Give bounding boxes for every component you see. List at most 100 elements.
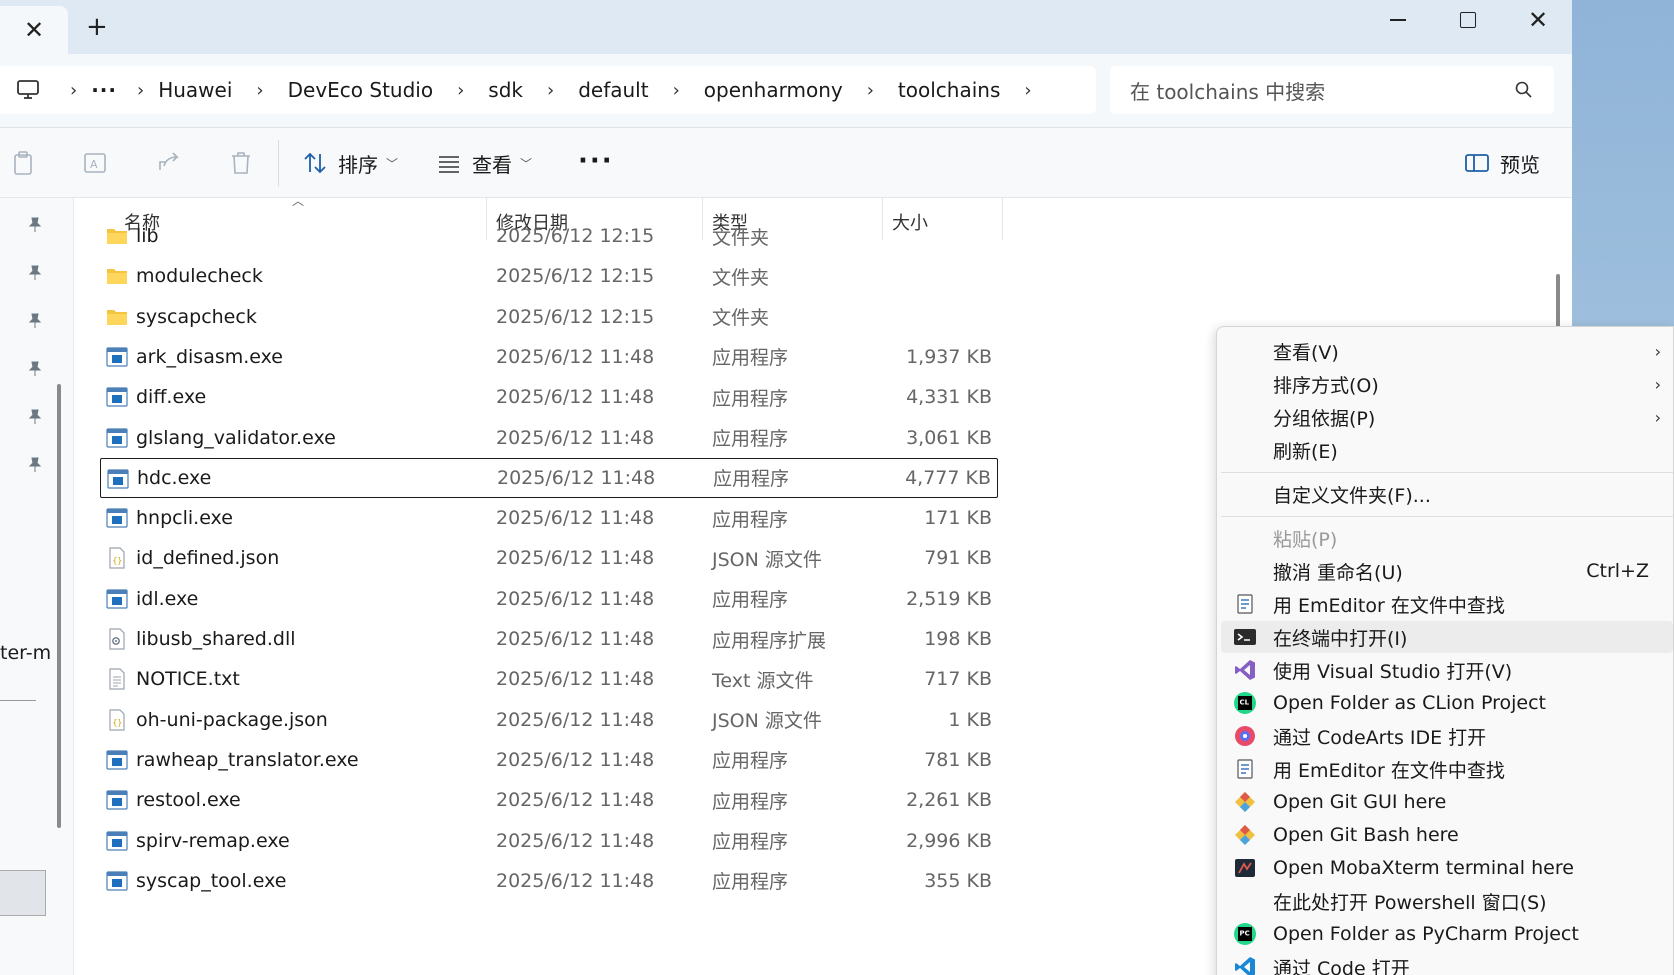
menu-item-open-in-terminal[interactable]: 在终端中打开(I) — [1221, 621, 1673, 653]
file-type: 应用程序 — [712, 871, 789, 894]
menu-item-pycharm[interactable]: PC Open Folder as PyCharm Project — [1221, 918, 1673, 950]
menu-item-open-visual-studio[interactable]: 使用 Visual Studio 打开(V) — [1221, 654, 1673, 686]
breadcrumb-chevron[interactable]: › — [137, 80, 144, 101]
pin-icon[interactable] — [26, 264, 44, 282]
menu-item-mobaxterm[interactable]: Open MobaXterm terminal here — [1221, 852, 1673, 884]
file-size: 1 KB — [948, 708, 992, 731]
new-tab-button[interactable]: + — [86, 14, 108, 40]
menu-item-powershell[interactable]: 在此处打开 Powershell 窗口(S) — [1221, 885, 1673, 917]
nav-divider — [0, 700, 36, 701]
breadcrumb-default[interactable]: default — [578, 78, 648, 102]
paste-icon[interactable] — [10, 150, 36, 176]
pin-icon[interactable] — [26, 312, 44, 330]
menu-item-emeditor-find-2[interactable]: 用 EmEditor 在文件中查找 — [1221, 753, 1673, 785]
visual-studio-icon — [1235, 660, 1255, 680]
breadcrumb-more[interactable]: ··· — [91, 78, 117, 102]
emeditor-icon — [1237, 594, 1253, 614]
file-size: 2,519 KB — [906, 587, 992, 610]
file-date: 2025/6/12 12:15 — [496, 225, 655, 247]
file-row[interactable]: {} id_defined.json 2025/6/12 11:48 JSON … — [100, 538, 998, 578]
breadcrumb-chevron[interactable]: › — [457, 80, 464, 101]
file-type: JSON 源文件 — [712, 710, 822, 733]
breadcrumb-chevron[interactable]: › — [673, 80, 680, 101]
address-bar[interactable]: › ··· › Huawei › DevEco Studio › sdk › d… — [0, 66, 1096, 114]
minimize-button[interactable] — [1368, 2, 1428, 38]
exe-icon — [106, 870, 128, 892]
close-window-button[interactable]: ✕ — [1508, 2, 1568, 38]
menu-item-undo-rename[interactable]: 撤消 重命名(U) Ctrl+Z — [1221, 555, 1673, 587]
breadcrumb-huawei[interactable]: Huawei — [158, 78, 232, 102]
rename-icon[interactable]: A — [82, 150, 108, 176]
delete-icon[interactable] — [228, 150, 254, 176]
pin-icon[interactable] — [26, 408, 44, 426]
menu-item-group-by[interactable]: 分组依据(P) › — [1221, 401, 1673, 433]
file-size: 781 KB — [924, 748, 992, 771]
pin-icon[interactable] — [26, 216, 44, 234]
view-button[interactable]: 查看 ﹀ — [436, 144, 532, 182]
menu-item-clion[interactable]: CL Open Folder as CLion Project — [1221, 687, 1673, 719]
breadcrumb-deveco-studio[interactable]: DevEco Studio — [288, 78, 433, 102]
nav-item-selected[interactable] — [0, 870, 46, 916]
file-row[interactable]: hdc.exe 2025/6/12 11:48 应用程序 4,777 KB — [100, 457, 998, 498]
file-row[interactable]: syscap_tool.exe 2025/6/12 11:48 应用程序 355… — [100, 861, 998, 901]
preview-pane-button[interactable]: 预览 — [1464, 144, 1540, 182]
breadcrumb-chevron[interactable]: › — [70, 80, 77, 101]
file-row[interactable]: hnpcli.exe 2025/6/12 11:48 应用程序 171 KB — [100, 498, 998, 538]
file-size: 717 KB — [924, 668, 992, 691]
file-name: hnpcli.exe — [136, 507, 233, 530]
close-tab-icon[interactable]: ✕ — [24, 18, 44, 42]
file-row[interactable]: glslang_validator.exe 2025/6/12 11:48 应用… — [100, 418, 998, 458]
file-row[interactable]: NOTICE.txt 2025/6/12 11:48 Text 源文件 717 … — [100, 659, 998, 699]
menu-item-codearts[interactable]: 通过 CodeArts IDE 打开 — [1221, 720, 1673, 752]
file-row[interactable]: libusb_shared.dll 2025/6/12 11:48 应用程序扩展… — [100, 619, 998, 659]
file-size: 198 KB — [924, 628, 992, 650]
menu-item-emeditor-find[interactable]: 用 EmEditor 在文件中查找 — [1221, 588, 1673, 620]
breadcrumb-chevron[interactable]: › — [867, 80, 874, 101]
menu-item-view[interactable]: 查看(V) › — [1221, 335, 1673, 367]
column-divider[interactable] — [1002, 198, 1003, 240]
file-row[interactable]: modulecheck 2025/6/12 12:15 文件夹 — [100, 256, 998, 296]
maximize-icon — [1460, 12, 1476, 28]
search-input[interactable]: 在 toolchains 中搜索 — [1110, 66, 1554, 114]
chevron-right-icon: › — [1654, 374, 1661, 394]
menu-item-git-bash[interactable]: Open Git Bash here — [1221, 819, 1673, 851]
file-name: libusb_shared.dll — [136, 628, 296, 650]
file-row[interactable]: idl.exe 2025/6/12 11:48 应用程序 2,519 KB — [100, 579, 998, 619]
explorer-tab[interactable]: ✕ — [0, 6, 68, 54]
breadcrumb-chevron[interactable]: › — [547, 80, 554, 101]
file-row[interactable]: diff.exe 2025/6/12 11:48 应用程序 4,331 KB — [100, 377, 998, 417]
file-row[interactable]: restool.exe 2025/6/12 11:48 应用程序 2,261 K… — [100, 780, 998, 820]
menu-separator — [1221, 472, 1673, 473]
file-row[interactable]: lib 2025/6/12 12:15 文件夹 — [100, 216, 998, 256]
file-date: 2025/6/12 11:48 — [496, 869, 655, 892]
file-row[interactable]: spirv-remap.exe 2025/6/12 11:48 应用程序 2,9… — [100, 821, 998, 861]
breadcrumb-chevron[interactable]: › — [1024, 80, 1031, 101]
nav-item-partial[interactable]: ter-m — [0, 642, 50, 664]
breadcrumb-sdk[interactable]: sdk — [488, 78, 523, 102]
menu-item-vscode[interactable]: 通过 Code 打开 — [1221, 951, 1673, 975]
maximize-button[interactable] — [1438, 2, 1498, 38]
svg-text:{}: {} — [113, 718, 123, 727]
chevron-down-icon: ﹀ — [386, 156, 399, 171]
file-row[interactable]: ark_disasm.exe 2025/6/12 11:48 应用程序 1,93… — [100, 337, 998, 377]
file-date: 2025/6/12 11:48 — [496, 426, 655, 449]
breadcrumb-chevron[interactable]: › — [256, 80, 263, 101]
breadcrumb-openharmony[interactable]: openharmony — [704, 78, 843, 102]
pin-icon[interactable] — [26, 456, 44, 474]
menu-item-sort-by[interactable]: 排序方式(O) › — [1221, 368, 1673, 400]
pin-icon[interactable] — [26, 360, 44, 378]
breadcrumb-toolchains[interactable]: toolchains — [898, 78, 1000, 102]
file-row[interactable]: {} oh-uni-package.json 2025/6/12 11:48 J… — [100, 700, 998, 740]
share-icon[interactable] — [156, 150, 182, 176]
file-row[interactable]: syscapcheck 2025/6/12 12:15 文件夹 — [100, 297, 998, 337]
navigation-pane-scrollbar[interactable] — [57, 384, 61, 828]
file-list-scrollbar[interactable] — [1556, 274, 1560, 334]
file-row[interactable]: rawheap_translator.exe 2025/6/12 11:48 应… — [100, 740, 998, 780]
menu-item-customize-folder[interactable]: 自定义文件夹(F)... — [1221, 478, 1673, 510]
menu-item-git-gui[interactable]: Open Git GUI here — [1221, 786, 1673, 818]
more-options-button[interactable]: ··· — [578, 146, 614, 176]
sort-ascending-icon: ︿ — [292, 194, 305, 208]
sort-button[interactable]: 排序 ﹀ — [302, 144, 398, 182]
menu-item-refresh[interactable]: 刷新(E) — [1221, 434, 1673, 466]
this-pc-icon[interactable] — [0, 79, 56, 101]
